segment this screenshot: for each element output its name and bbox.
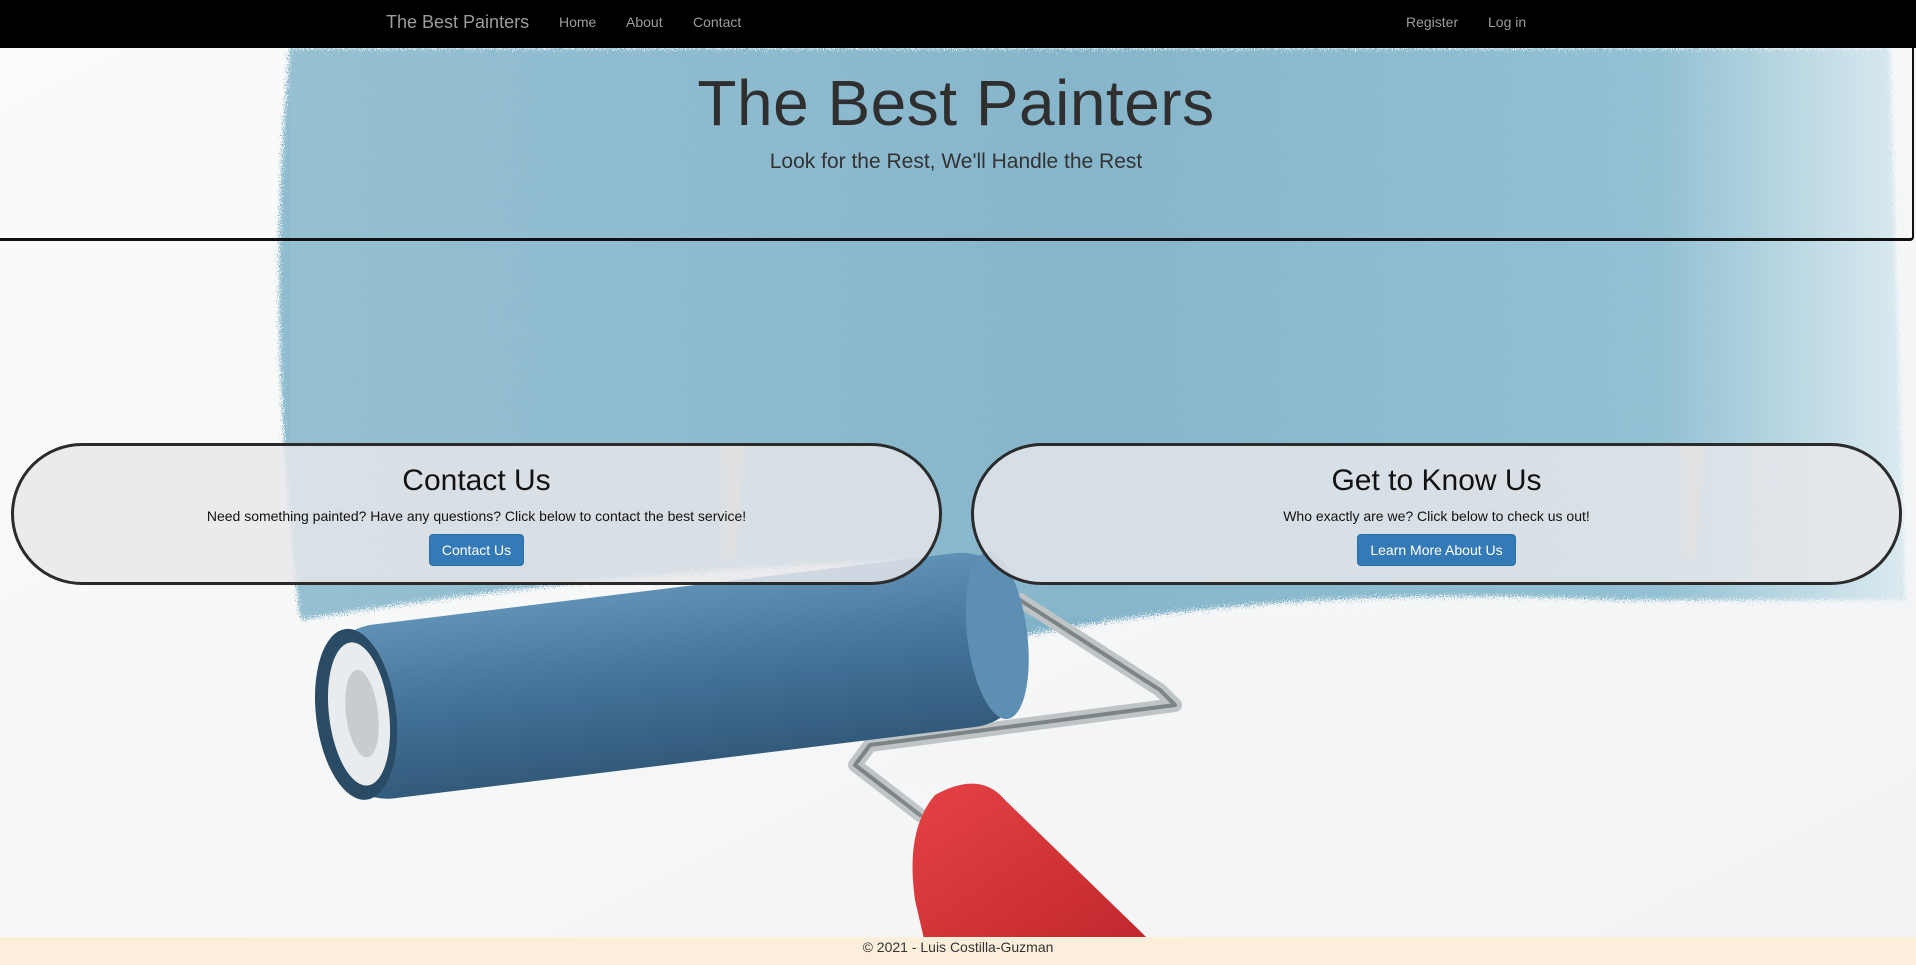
nav-link-contact[interactable]: Contact: [693, 14, 741, 30]
hero-section: The Best Painters Look for the Rest, We'…: [0, 48, 1914, 241]
contact-card-title: Contact Us: [402, 464, 551, 497]
contact-us-button[interactable]: Contact Us: [428, 534, 525, 566]
hero-subtitle: Look for the Rest, We'll Handle the Rest: [769, 150, 1143, 173]
about-card-text: Who exactly are we? Click below to check…: [1283, 508, 1590, 524]
page-footer: © 2021 - Luis Costilla-Guzman: [0, 937, 1916, 965]
nav-link-home[interactable]: Home: [559, 14, 596, 30]
footer-copyright: © 2021 - Luis Costilla-Guzman: [862, 939, 1054, 955]
nav-link-login[interactable]: Log in: [1488, 14, 1526, 30]
contact-card-text: Need something painted? Have any questio…: [206, 508, 747, 524]
nav-link-register[interactable]: Register: [1406, 14, 1458, 30]
hero-title: The Best Painters: [697, 67, 1215, 139]
about-card-title: Get to Know Us: [1331, 464, 1542, 497]
learn-more-button[interactable]: Learn More About Us: [1357, 534, 1516, 566]
nav-brand[interactable]: The Best Painters: [386, 12, 529, 33]
top-navbar: The Best Painters Home About Contact Reg…: [0, 0, 1916, 48]
get-to-know-us-card: Get to Know Us Who exactly are we? Click…: [971, 443, 1902, 585]
nav-link-about[interactable]: About: [626, 14, 663, 30]
contact-us-card: Contact Us Need something painted? Have …: [11, 443, 942, 585]
